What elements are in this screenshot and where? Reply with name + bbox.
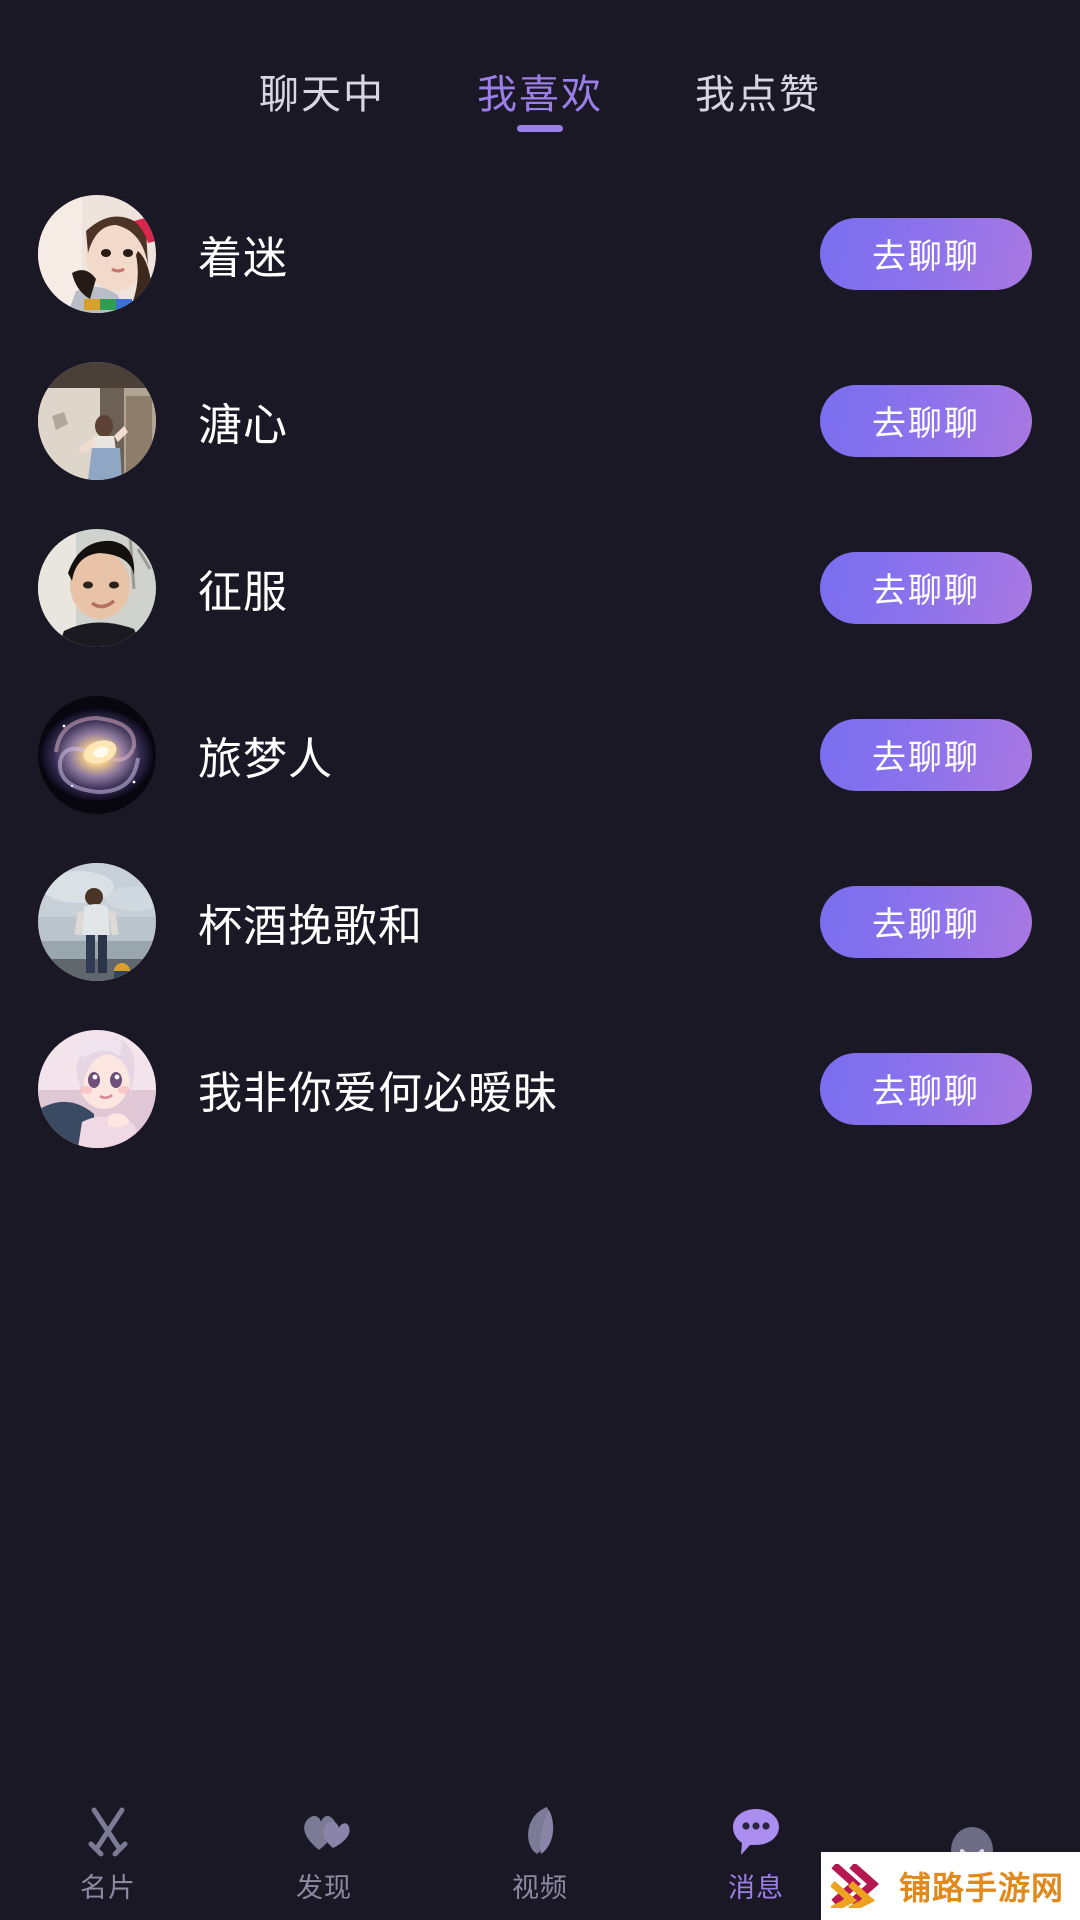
- tab-chatting-label: 聊天中: [259, 73, 385, 117]
- hearts-icon: [304, 1815, 350, 1850]
- anime-girl-icon: [38, 1029, 156, 1148]
- go-chat-button[interactable]: 去聊聊: [820, 217, 1032, 290]
- nav-item-business-card-label: 名片: [80, 1872, 136, 1903]
- tab-i-liked-label: 我点赞: [695, 73, 821, 117]
- nav-item-discover[interactable]: 发现: [216, 1804, 432, 1905]
- galaxy-icon: [38, 695, 156, 814]
- user-list: 着迷 去聊聊 溏心 去聊聊 征服 去聊聊 旅梦人 去聊聊 杯酒挽歌和 去聊聊 我…: [0, 160, 1080, 1172]
- list-item-name: 杯酒挽歌和: [198, 901, 423, 951]
- list-item[interactable]: 溏心 去聊聊: [0, 337, 1080, 504]
- go-chat-button[interactable]: 去聊聊: [820, 551, 1032, 624]
- avatar[interactable]: [38, 862, 156, 981]
- avatar[interactable]: [38, 361, 156, 480]
- tab-i-like[interactable]: 我喜欢: [477, 62, 603, 136]
- nav-item-video-label: 视频: [512, 1872, 568, 1903]
- list-item-name: 我非你爱何必暧昧: [198, 1068, 558, 1118]
- avatar[interactable]: [38, 1029, 156, 1148]
- tab-underline: [517, 125, 563, 132]
- girl-headband-icon: [38, 194, 156, 313]
- list-item[interactable]: 我非你爱何必暧昧 去聊聊: [0, 1005, 1080, 1172]
- nav-item-messages-label: 消息: [728, 1872, 784, 1903]
- list-item[interactable]: 旅梦人 去聊聊: [0, 671, 1080, 838]
- nav-item-discover-label: 发现: [296, 1872, 352, 1903]
- tab-chatting[interactable]: 聊天中: [259, 62, 385, 136]
- watermark-text: 铺路手游网: [898, 1870, 1064, 1906]
- go-chat-button[interactable]: 去聊聊: [820, 718, 1032, 791]
- go-chat-button[interactable]: 去聊聊: [820, 1052, 1032, 1125]
- list-item[interactable]: 征服 去聊聊: [0, 504, 1080, 671]
- nav-item-video[interactable]: 视频: [432, 1804, 648, 1905]
- list-item-name: 着迷: [198, 233, 288, 283]
- avatar[interactable]: [38, 528, 156, 647]
- list-item-name: 旅梦人: [198, 734, 333, 784]
- crossed-swords-icon: [88, 1807, 128, 1856]
- tab-i-like-label: 我喜欢: [477, 73, 603, 117]
- go-chat-button[interactable]: 去聊聊: [820, 384, 1032, 457]
- double-chevron-icon: [830, 1864, 880, 1908]
- go-chat-button[interactable]: 去聊聊: [820, 885, 1032, 958]
- tab-i-liked[interactable]: 我点赞: [695, 62, 821, 136]
- chat-bubble-icon: [733, 1808, 779, 1855]
- list-item-name: 溏心: [198, 400, 288, 450]
- watermark: 铺路手游网: [820, 1852, 1080, 1920]
- nav-item-business-card[interactable]: 名片: [0, 1804, 216, 1905]
- top-tab-bar: 聊天中 我喜欢 我点赞: [0, 0, 1080, 160]
- list-item[interactable]: 杯酒挽歌和 去聊聊: [0, 838, 1080, 1005]
- leaf-icon: [528, 1806, 554, 1854]
- man-standing-icon: [38, 862, 156, 981]
- avatar[interactable]: [38, 194, 156, 313]
- room-girl-icon: [38, 361, 156, 480]
- list-item-name: 征服: [198, 567, 288, 617]
- man-portrait-icon: [38, 528, 156, 647]
- avatar[interactable]: [38, 695, 156, 814]
- list-item[interactable]: 着迷 去聊聊: [0, 170, 1080, 337]
